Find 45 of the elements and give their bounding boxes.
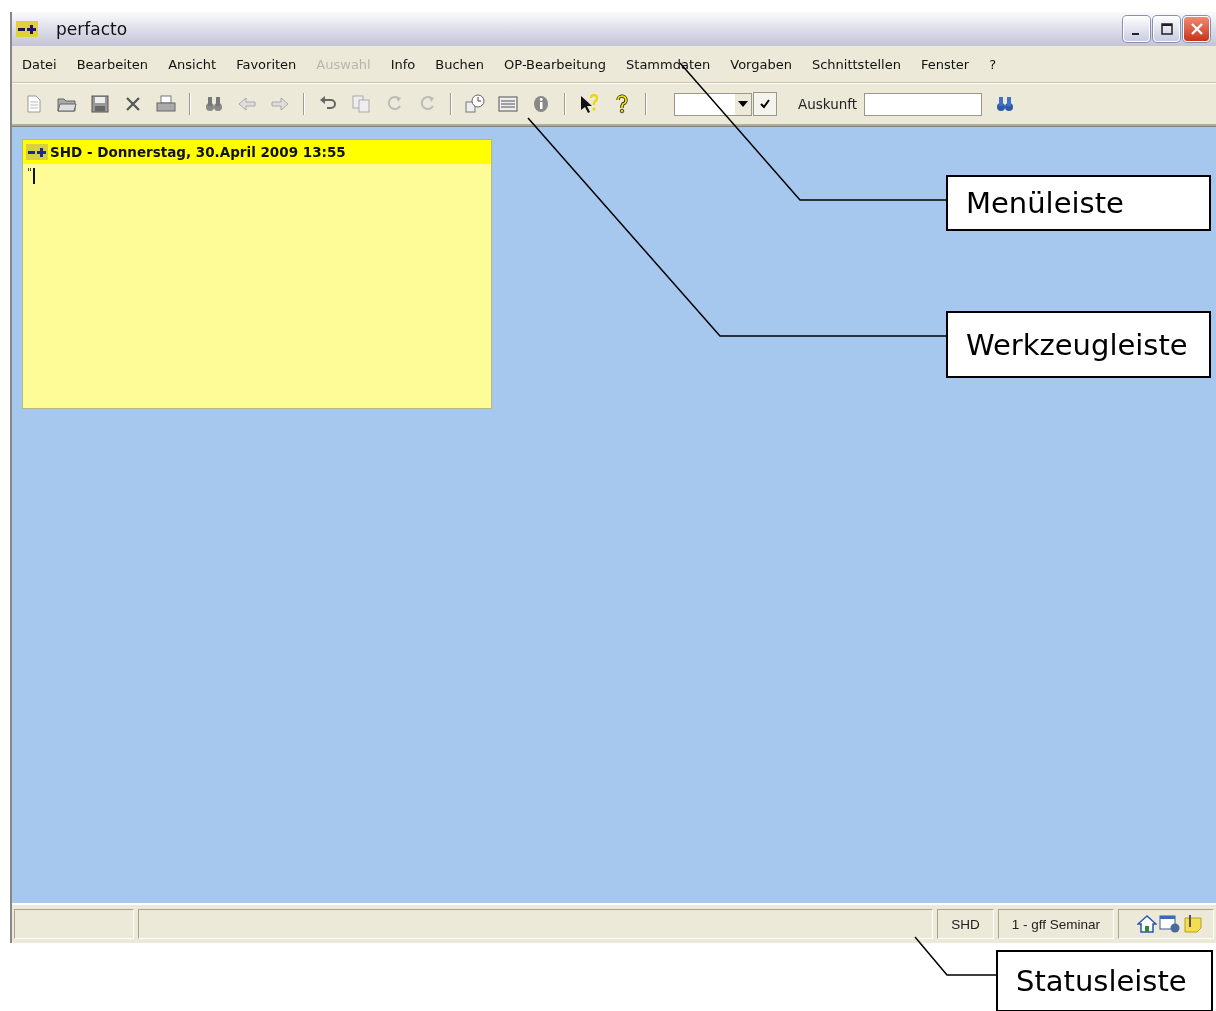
text-cursor <box>33 168 35 184</box>
menu-item[interactable]: Favoriten <box>236 56 297 72</box>
caret-icon <box>738 101 748 107</box>
dropdown-field[interactable] <box>674 92 752 116</box>
menu-item[interactable]: Info <box>390 56 416 72</box>
menu-item[interactable]: Fenster <box>920 56 970 72</box>
menu-item[interactable]: Ansicht <box>168 56 217 72</box>
note-text[interactable]: " <box>27 166 33 179</box>
app-logo-icon <box>16 21 38 37</box>
maximize-icon <box>1159 22 1174 36</box>
maximize-button[interactable] <box>1153 16 1180 42</box>
search-label: Auskunft <box>798 96 858 112</box>
menu-item[interactable]: Schnittstellen <box>811 56 901 72</box>
callout-label: Menüleiste <box>946 175 1211 231</box>
confirm-button[interactable] <box>753 92 777 116</box>
menu-item[interactable]: ? <box>989 56 997 72</box>
binoculars-icon[interactable] <box>204 94 224 114</box>
house-icon[interactable] <box>1137 914 1157 934</box>
print-icon[interactable] <box>156 94 176 114</box>
binoculars-icon[interactable] <box>995 94 1016 114</box>
menu-item[interactable]: Datei <box>22 56 57 72</box>
checkmark-icon <box>759 98 771 110</box>
menu-item[interactable]: Bearbeiten <box>76 56 149 72</box>
menu-item[interactable]: Stammdaten <box>626 56 711 72</box>
status-text: 1 - gff Seminar <box>997 909 1114 939</box>
calendar-clock-icon[interactable] <box>465 94 485 114</box>
app-logo-icon <box>26 144 48 160</box>
note-title: SHD - Donnerstag, 30.April 2009 13:55 <box>50 144 346 160</box>
info-icon[interactable] <box>531 94 551 114</box>
status-text: SHD <box>937 909 994 939</box>
list-icon[interactable] <box>498 94 518 114</box>
menu-item[interactable]: Vorgaben <box>730 56 792 72</box>
pointer-help-icon[interactable] <box>579 94 599 114</box>
callout-label: Werkzeugleiste <box>946 311 1211 378</box>
callout-label: Statusleiste <box>996 950 1213 1011</box>
close-icon <box>1189 22 1204 36</box>
close-button[interactable] <box>1183 16 1210 42</box>
note-clip-icon[interactable] <box>1183 914 1203 934</box>
window-settings-icon[interactable] <box>1159 914 1181 934</box>
menu-item[interactable]: Buchen <box>435 56 485 72</box>
search-field[interactable] <box>864 92 983 116</box>
menu-item[interactable]: OP-Bearbeitung <box>504 56 607 72</box>
minimize-icon <box>1131 33 1139 35</box>
save-icon[interactable] <box>90 94 110 114</box>
window-title: perfacto <box>56 19 128 39</box>
